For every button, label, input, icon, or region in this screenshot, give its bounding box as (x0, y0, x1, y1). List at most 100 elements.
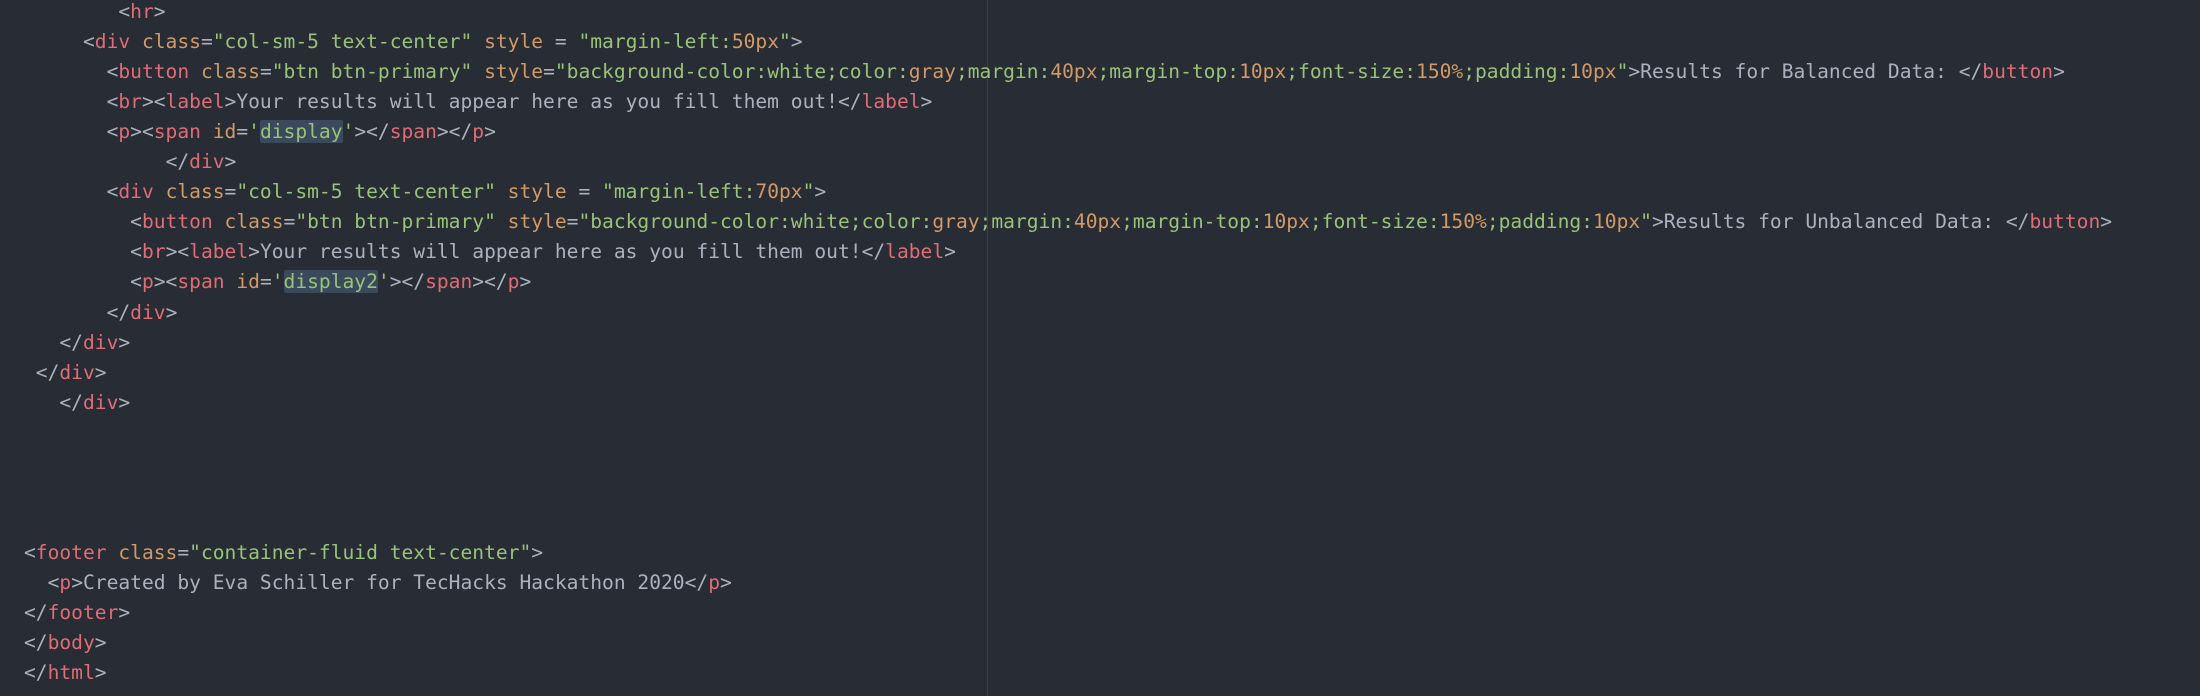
code-line[interactable]: <button class="btn btn-primary" style="b… (24, 57, 2065, 87)
code-tag-name: p (472, 120, 485, 144)
code-line[interactable]: <br><label>Your results will appear here… (24, 87, 933, 117)
code-string: ;margin-top: (1097, 60, 1240, 84)
code-punctuation (225, 270, 237, 293)
code-attribute-name: class (118, 540, 178, 564)
code-string: ' (271, 270, 284, 294)
code-punctuation: </ (165, 150, 190, 174)
code-punctuation: = (259, 270, 272, 294)
code-tag-name: p (507, 270, 520, 294)
code-punctuation: < (106, 60, 119, 84)
code-tag-name: div (82, 390, 119, 414)
code-tag-name: button (2029, 210, 2101, 234)
code-punctuation: < (118, 0, 131, 23)
code-tag-name: br (118, 90, 142, 114)
code-punctuation: < (106, 90, 119, 114)
code-tag-name: label (861, 90, 921, 114)
code-punctuation: > (94, 360, 107, 384)
code-tag-name: div (59, 360, 95, 384)
code-tag-name: span (177, 270, 225, 294)
code-punctuation: </ (59, 330, 83, 354)
code-tag-name: label (189, 240, 249, 264)
code-punctuation: = (283, 210, 296, 234)
code-punctuation: </ (837, 90, 862, 114)
code-text: Created by Eva Schiller for TecHacks Hac… (82, 570, 685, 594)
code-attribute-name: style (507, 180, 567, 204)
code-editor[interactable]: <hr> <div class="col-sm-5 text-center" s… (0, 0, 2200, 696)
code-line[interactable]: <div class="col-sm-5 text-center" style … (24, 27, 803, 57)
code-line[interactable]: </footer> (24, 598, 130, 628)
code-tag-name: div (130, 300, 166, 324)
code-text: Your results will appear here as you fil… (236, 90, 838, 114)
code-line[interactable]: </div> (24, 388, 130, 418)
code-value: gray (908, 60, 956, 84)
code-string: "background-color:white;color: (578, 210, 933, 234)
code-line[interactable]: <p>Created by Eva Schiller for TecHacks … (24, 568, 732, 598)
code-punctuation: ></ (354, 120, 390, 144)
code-punctuation: = (566, 210, 579, 234)
code-line[interactable]: </div> (24, 358, 107, 388)
code-line[interactable]: </div> (24, 298, 178, 328)
code-punctuation: < (130, 270, 142, 294)
code-line[interactable]: <button class="btn btn-primary" style="b… (24, 207, 2112, 237)
code-punctuation (472, 30, 484, 53)
code-punctuation: >< (153, 270, 178, 294)
code-string: " (1616, 60, 1629, 84)
code-line[interactable]: </div> (24, 328, 130, 358)
code-string: " (802, 180, 815, 204)
code-value: 150% (1439, 210, 1487, 234)
code-punctuation: </ (59, 390, 83, 414)
code-punctuation: < (106, 120, 119, 144)
code-punctuation: > (224, 90, 237, 114)
code-punctuation: = (224, 180, 237, 204)
code-value: 40px (1073, 210, 1122, 234)
code-punctuation (496, 180, 508, 203)
code-punctuation: = (200, 30, 213, 54)
code-punctuation: < (106, 180, 119, 204)
code-punctuation: </ (684, 570, 709, 594)
code-highlighted-identifier: display2 (283, 270, 378, 294)
code-line[interactable]: <p><span id='display2'></span></p> (24, 267, 531, 297)
code-line[interactable]: <footer class="container-fluid text-cent… (24, 538, 543, 568)
code-punctuation (189, 60, 201, 83)
code-string: ;font-size: (1309, 210, 1440, 234)
code-string: " (1640, 210, 1652, 234)
code-punctuation: = (177, 540, 190, 564)
code-tag-name: span (153, 120, 201, 144)
code-punctuation: > (94, 631, 107, 655)
code-line[interactable]: </body> (24, 628, 107, 658)
code-punctuation: = (543, 30, 579, 54)
code-punctuation (472, 60, 484, 83)
code-text: Your results will appear here as you fil… (259, 240, 862, 264)
code-punctuation: > (118, 601, 131, 624)
code-line[interactable]: <div class="col-sm-5 text-center" style … (24, 177, 827, 207)
code-highlighted-identifier: display (259, 120, 343, 144)
code-punctuation (154, 180, 166, 203)
code-punctuation: > (248, 240, 260, 264)
code-punctuation: </ (24, 631, 48, 655)
code-line[interactable]: <p><span id='display'></span></p> (24, 117, 496, 147)
code-punctuation: </ (106, 300, 131, 324)
code-string: "background-color:white;color: (554, 60, 909, 84)
code-value: gray (932, 210, 980, 234)
code-line[interactable]: <hr> (24, 0, 165, 27)
code-tag-name: footer (47, 601, 119, 624)
code-punctuation: < (24, 540, 36, 564)
code-line[interactable]: <br><label>Your results will appear here… (24, 237, 956, 267)
code-punctuation: >< (165, 240, 190, 264)
code-tag-name: footer (35, 540, 107, 564)
code-tag-name: p (708, 570, 720, 594)
code-tag-name: br (141, 240, 166, 264)
code-line[interactable]: </html> (24, 658, 107, 688)
code-punctuation: < (130, 240, 142, 264)
code-string: ;font-size: (1286, 60, 1417, 84)
code-line[interactable]: </div> (24, 147, 237, 177)
code-punctuation: > (519, 270, 532, 294)
